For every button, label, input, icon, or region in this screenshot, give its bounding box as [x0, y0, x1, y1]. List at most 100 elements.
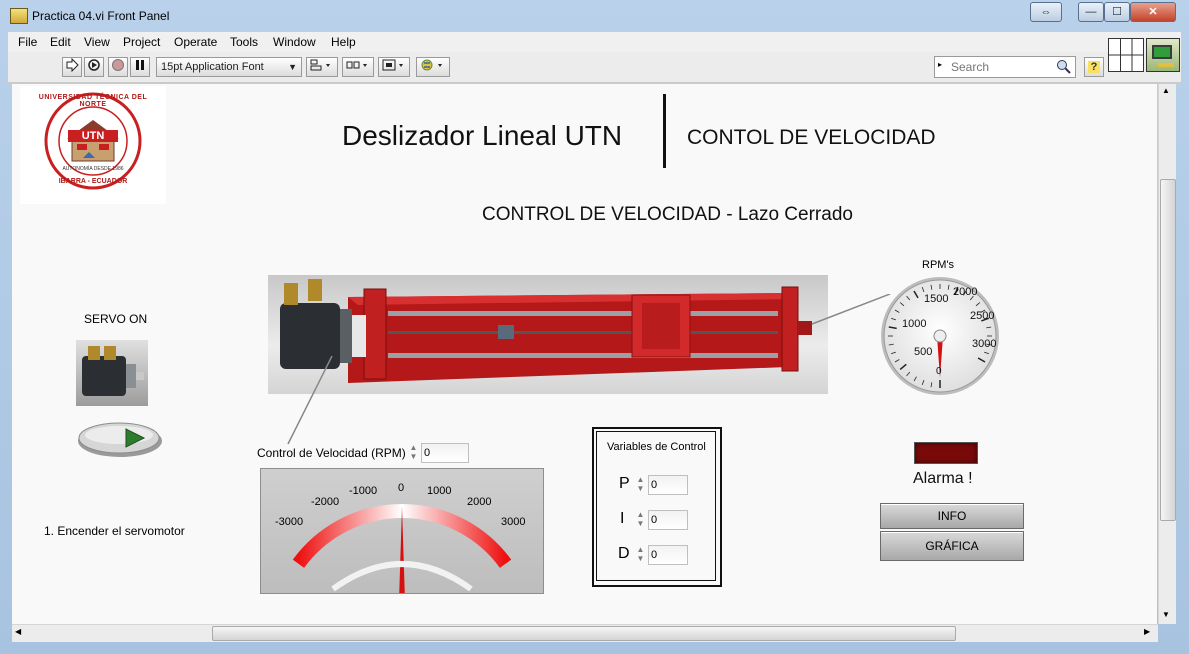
- labview-vi-icon: [10, 8, 28, 24]
- p-label: P: [619, 475, 630, 492]
- velocity-control-label: Control de Velocidad (RPM): [257, 446, 406, 460]
- rpm-tick-0: 0: [936, 366, 942, 377]
- reorder-button[interactable]: [416, 57, 450, 77]
- scroll-up-icon[interactable]: ▲: [1162, 86, 1170, 95]
- align-objects-icon: [310, 59, 330, 71]
- title-divider: [663, 94, 666, 168]
- servo-on-button[interactable]: [76, 419, 164, 459]
- context-help-button[interactable]: ?: [1084, 57, 1104, 77]
- pid-cluster: Variables de Control P ▲ ▼ 0 I ▲ ▼ 0 D ▲ ▼ …: [592, 427, 722, 587]
- toolbar: 15pt Application Font ▼ ▸ ?: [8, 38, 1181, 83]
- rpm-tick-3000: 3000: [972, 338, 997, 350]
- servo-label: SERVO ON: [84, 312, 148, 326]
- alarm-label: Alarma !: [913, 470, 973, 487]
- alarm-led: [914, 442, 978, 464]
- menu-tools[interactable]: Tools: [230, 35, 258, 49]
- meter-tick-neg3000: -3000: [275, 516, 304, 528]
- meter-tick-3000: 3000: [501, 516, 526, 528]
- pause-icon: [136, 60, 144, 70]
- menu-operate[interactable]: Operate: [174, 35, 217, 49]
- menu-bar: File Edit View Project Operate Tools Win…: [8, 32, 1181, 52]
- rpm-tick-1000: 1000: [902, 318, 927, 330]
- close-button[interactable]: ✕: [1130, 2, 1176, 22]
- scroll-left-icon[interactable]: ◀: [15, 627, 21, 636]
- run-continuously-icon: [88, 59, 100, 71]
- search-icon: [1057, 60, 1071, 74]
- reorder-icon: [421, 59, 442, 71]
- distribute-objects-icon: [346, 61, 367, 69]
- search-input[interactable]: [949, 58, 1059, 76]
- logo-bottom-text: IBARRA - ECUADOR: [58, 178, 128, 185]
- pause-button[interactable]: [130, 57, 150, 77]
- p-value[interactable]: 0: [648, 475, 688, 495]
- menu-view[interactable]: View: [84, 35, 110, 49]
- font-select[interactable]: 15pt Application Font ▼: [156, 57, 302, 77]
- title-bar: Practica 04.vi Front Panel ⇔ — ☐ ✕: [0, 0, 1189, 32]
- search-box[interactable]: ▸: [934, 56, 1076, 78]
- velocity-control[interactable]: ▲ ▼ 0: [408, 443, 470, 463]
- caret-right-icon: ▸: [938, 60, 943, 69]
- meter-tick-2000: 2000: [467, 496, 492, 508]
- i-label: I: [620, 510, 625, 527]
- horizontal-scroll-thumb[interactable]: [212, 626, 956, 641]
- scroll-down-icon[interactable]: ▼: [1162, 610, 1170, 619]
- minimize-button[interactable]: —: [1078, 2, 1104, 22]
- velocity-value[interactable]: 0: [421, 443, 469, 463]
- i-control[interactable]: ▲ ▼ 0: [635, 510, 689, 530]
- help-icon: ?: [1087, 61, 1101, 73]
- d-label: D: [618, 545, 630, 562]
- window-title: Practica 04.vi Front Panel: [32, 9, 170, 23]
- menu-help[interactable]: Help: [331, 35, 356, 49]
- velocity-meter: -3000 -2000 -1000 0 1000 2000 3000: [260, 468, 544, 601]
- logo-center-text: UTN: [68, 130, 118, 142]
- page-subtitle: CONTOL DE VELOCIDAD: [687, 126, 936, 149]
- vi-monitor-icon: [1152, 45, 1174, 67]
- meter-tick-1000: 1000: [427, 485, 452, 497]
- menu-edit[interactable]: Edit: [50, 35, 71, 49]
- page-title: Deslizador Lineal UTN: [342, 120, 623, 151]
- chevron-down-icon: ▼: [288, 62, 297, 72]
- meter-tick-0: 0: [398, 482, 405, 494]
- maximize-button[interactable]: ☐: [1104, 2, 1130, 22]
- info-button[interactable]: INFO: [880, 503, 1024, 529]
- font-select-value: 15pt Application Font: [161, 61, 264, 73]
- i-value[interactable]: 0: [648, 510, 688, 530]
- d-spin-icon[interactable]: ▲ ▼: [635, 545, 646, 565]
- stop-icon: [112, 59, 124, 71]
- rpm-tick-1500: 1500: [924, 293, 949, 305]
- scroll-right-icon[interactable]: ▶: [1144, 627, 1150, 636]
- rpm-gauge-label: RPM's: [922, 259, 955, 271]
- run-button[interactable]: [62, 57, 82, 77]
- p-control[interactable]: ▲ ▼ 0: [635, 475, 689, 495]
- connector-pane[interactable]: [1108, 38, 1144, 72]
- meter-tick-neg2000: -2000: [311, 496, 340, 508]
- servo-instruction: 1. Encender el servomotor: [44, 524, 185, 538]
- velocity-spin-icon[interactable]: ▲ ▼: [408, 443, 419, 463]
- run-arrow-icon: [66, 57, 79, 73]
- menu-window[interactable]: Window: [273, 35, 316, 49]
- front-panel: UNIVERSIDAD TÉCNICA DEL NORTE UTN AUTONO…: [12, 84, 1157, 624]
- window-frame: Practica 04.vi Front Panel ⇔ — ☐ ✕ File …: [0, 0, 1189, 654]
- i-spin-icon[interactable]: ▲ ▼: [635, 510, 646, 530]
- grafica-button[interactable]: GRÁFICA: [880, 531, 1024, 561]
- section-title: CONTROL DE VELOCIDAD - Lazo Cerrado: [482, 204, 853, 225]
- abort-button[interactable]: [108, 57, 128, 77]
- run-continuously-button[interactable]: [84, 57, 104, 77]
- servo-motor-icon: [82, 346, 144, 396]
- distribute-objects-button[interactable]: [342, 57, 374, 77]
- resize-objects-button[interactable]: [378, 57, 410, 77]
- align-objects-button[interactable]: [306, 57, 338, 77]
- logo-small-text: AUTONOMÍA DESDE 1986: [62, 166, 124, 172]
- p-spin-icon[interactable]: ▲ ▼: [635, 475, 646, 495]
- d-value[interactable]: 0: [648, 545, 688, 565]
- servo-toggle-icon: [78, 422, 162, 457]
- d-control[interactable]: ▲ ▼ 0: [635, 545, 689, 565]
- vi-icon[interactable]: [1146, 38, 1180, 72]
- restore-button[interactable]: ⇔: [1030, 2, 1062, 22]
- utn-logo: UNIVERSIDAD TÉCNICA DEL NORTE UTN AUTONO…: [20, 86, 166, 204]
- vertical-scroll-thumb[interactable]: [1160, 179, 1176, 521]
- horizontal-scrollbar[interactable]: ◀ ▶: [12, 624, 1158, 642]
- vertical-scrollbar[interactable]: ▲ ▼: [1158, 84, 1176, 624]
- menu-project[interactable]: Project: [123, 35, 160, 49]
- menu-file[interactable]: File: [18, 35, 37, 49]
